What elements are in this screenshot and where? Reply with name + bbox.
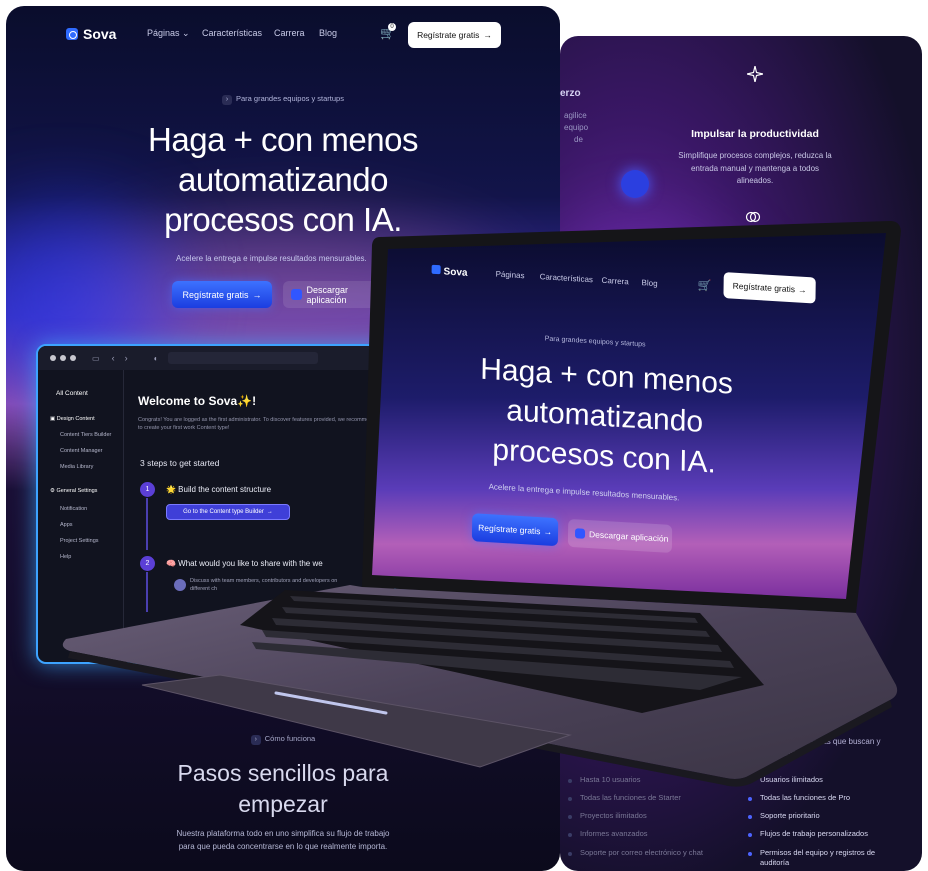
screen-register-button-top[interactable]: Regístrate gratis → xyxy=(723,272,816,304)
screen-register-button[interactable]: Regístrate gratis → xyxy=(471,513,559,547)
process-node-icon xyxy=(621,170,649,198)
logo[interactable]: Sova xyxy=(66,26,116,42)
feature-title: Impulsar la productividad xyxy=(691,128,819,140)
plan-feature: Permisos del equipo y registros de audit… xyxy=(760,848,876,867)
arrow-right-icon: → xyxy=(797,284,807,295)
screen-hero-subtitle: Acelere la entrega e impulse resultados … xyxy=(488,482,680,503)
laptop-screen-content: Sova Páginas Características Carrera Blo… xyxy=(381,240,866,628)
chevron-right-icon: › xyxy=(222,95,232,105)
nav-blog[interactable]: Blog xyxy=(319,28,337,38)
plan-feature: Soporte por correo electrónico y chat xyxy=(580,848,703,857)
plan-feature: Flujos de trabajo personalizados xyxy=(760,829,868,838)
nav-paginas[interactable]: Páginas ⌄ xyxy=(147,28,190,39)
chevron-down-icon: ⌄ xyxy=(182,28,190,38)
screen-eyebrow: Para grandes equipos y startups xyxy=(544,335,646,349)
register-button-top[interactable]: Regístrate gratis → xyxy=(408,22,501,48)
screen-logo: Sova xyxy=(431,264,468,279)
screen-nav-caracteristicas[interactable]: Características xyxy=(540,272,593,284)
arrow-right-icon: → xyxy=(543,526,553,537)
nav-carrera[interactable]: Carrera xyxy=(274,28,305,38)
plan-feature: Informes avanzados xyxy=(580,829,648,838)
plan-feature: Soporte prioritario xyxy=(760,811,820,820)
how-subtitle: Nuestra plataforma todo en uno simplific… xyxy=(176,829,390,851)
plan-feature: Proyectos ilimitados xyxy=(580,811,647,820)
hero-eyebrow: › Para grandes equipos y startups xyxy=(6,94,560,105)
top-nav: Sova Páginas ⌄ Características Carrera B… xyxy=(6,20,560,50)
screen-cart-icon[interactable]: 🛒 xyxy=(698,279,712,293)
screen-hero-title: Haga + con menos automatizando procesos … xyxy=(480,352,734,480)
feature-description: Simplifique procesos complejos, reduzca … xyxy=(678,151,832,185)
sova-logo-icon xyxy=(431,264,441,275)
screen-nav-paginas[interactable]: Páginas xyxy=(496,270,525,281)
nav-caracteristicas[interactable]: Características xyxy=(202,28,262,38)
feature-fragment-title: erzo xyxy=(560,88,581,99)
feature-fragment-line: equipo xyxy=(564,123,589,132)
feature-fragment-line: de xyxy=(574,135,583,144)
arrow-right-icon: → xyxy=(483,30,492,40)
sova-logo-icon xyxy=(66,28,78,40)
app-icon xyxy=(574,528,586,539)
screen-nav-carrera[interactable]: Carrera xyxy=(602,276,629,287)
cart-badge: 0 xyxy=(388,23,396,31)
screen-nav-blog[interactable]: Blog xyxy=(642,278,658,288)
feature-fragment-line: agilice xyxy=(564,111,587,120)
sparkle-icon xyxy=(747,66,763,82)
screen-download-app-button[interactable]: Descargar aplicación xyxy=(567,518,673,554)
